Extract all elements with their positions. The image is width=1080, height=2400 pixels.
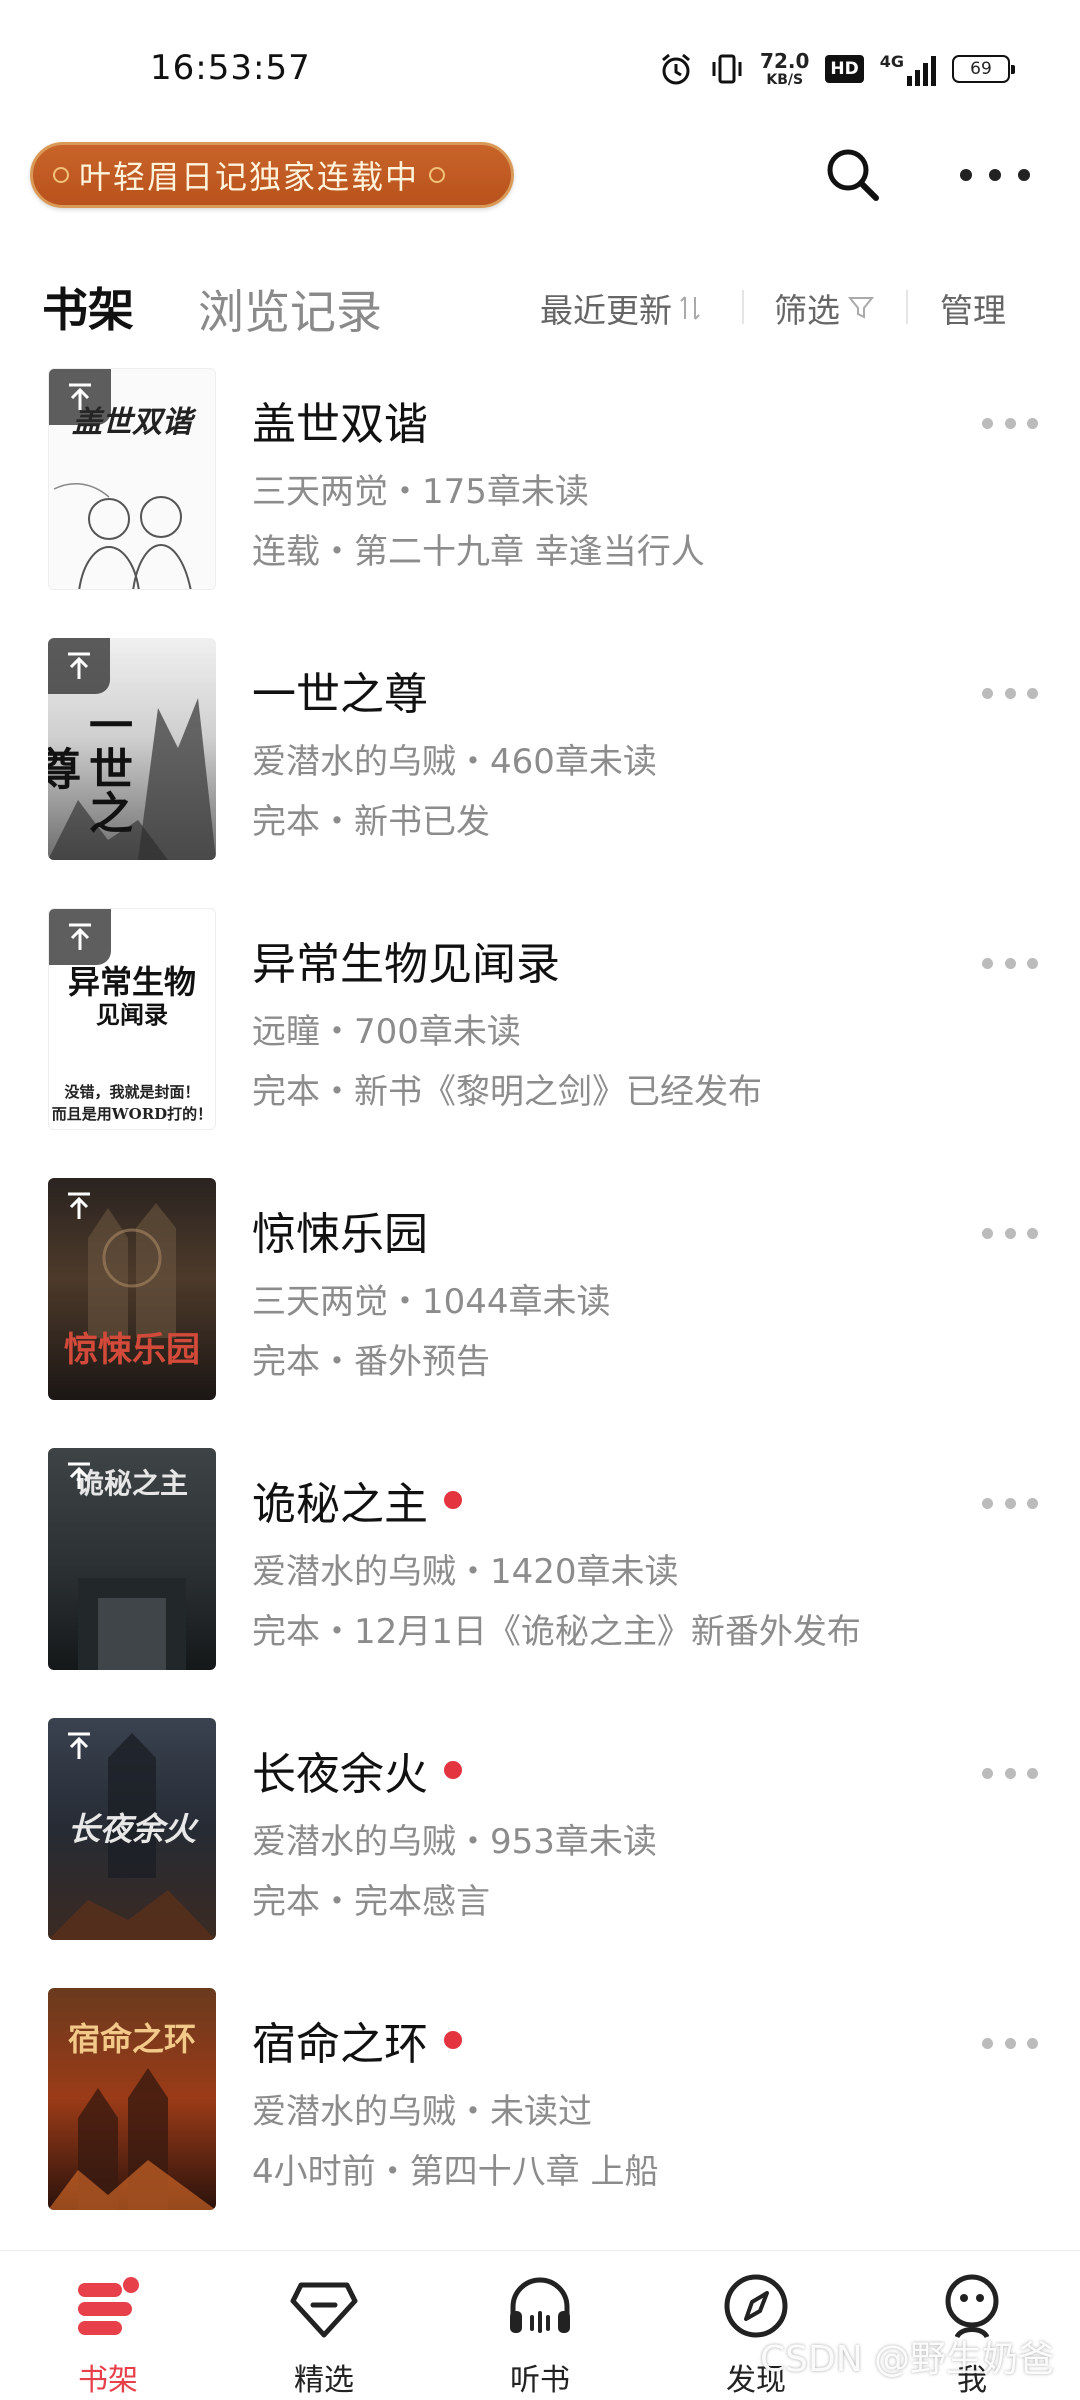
book-author-unread: 爱潜水的乌贼・未读过 xyxy=(252,2092,592,2132)
book-latest-update: 4小时前・第四十八章 上船 xyxy=(252,2152,659,2192)
cover-title: 惊悚乐园 xyxy=(64,1330,200,1370)
book-latest-update: 完本・12月1日《诡秘之主》新番外发布 xyxy=(252,1612,861,1652)
book-more-icon[interactable] xyxy=(982,418,1038,430)
manage-button[interactable]: 管理 xyxy=(940,284,1006,332)
pin-top-icon[interactable] xyxy=(48,1448,110,1504)
book-more-icon[interactable] xyxy=(982,1768,1038,1780)
book-latest-update: 完本・番外预告 xyxy=(252,1342,490,1382)
cover-title: 长夜余火 xyxy=(67,1810,196,1848)
nav-bookshelf[interactable]: 书架 xyxy=(33,2251,183,2400)
ornament-icon xyxy=(429,167,446,183)
pin-top-icon[interactable] xyxy=(48,638,110,694)
divider xyxy=(906,290,908,324)
book-cover[interactable]: 诡秘之主 xyxy=(48,1448,216,1670)
pin-top-icon[interactable] xyxy=(48,1178,110,1234)
battery-icon: 69 xyxy=(952,55,1015,83)
book-more-icon[interactable] xyxy=(982,1228,1038,1240)
book-item[interactable]: 诡秘之主 诡秘之主 爱潜水的乌贼・1420章未读 完本・12月1日《诡秘之主》新… xyxy=(0,1448,1080,1678)
filter-button[interactable]: 筛选 xyxy=(774,284,874,332)
book-item[interactable]: 一世之尊 一世之尊 爱潜水的乌贼・460章未读 完本・新书已发 xyxy=(0,638,1080,868)
search-icon[interactable] xyxy=(822,144,884,206)
bookshelf-icon xyxy=(78,2277,139,2335)
book-author-unread: 远瞳・700章未读 xyxy=(252,1012,521,1052)
sort-button[interactable]: 最近更新 xyxy=(540,284,700,332)
diamond-icon xyxy=(290,2282,358,2338)
ornament-icon xyxy=(53,167,69,183)
cover-note: 而且是用WORD打的！ xyxy=(51,1105,213,1123)
book-cover[interactable]: 长夜余火 xyxy=(48,1718,216,1940)
status-icons: 72.0 KB/S HD 4G 69 xyxy=(658,46,1015,92)
vibrate-icon xyxy=(712,54,742,84)
cover-title: 宿命之环 xyxy=(67,2020,196,2058)
book-more-icon[interactable] xyxy=(982,958,1038,970)
book-more-icon[interactable] xyxy=(982,1498,1038,1510)
book-title: 一世之尊 xyxy=(252,669,428,720)
banner-text: 叶轻眉日记独家连载中 xyxy=(79,158,420,196)
new-update-dot xyxy=(444,2031,462,2049)
pin-top-icon[interactable] xyxy=(49,909,111,965)
book-author-unread: 爱潜水的乌贼・460章未读 xyxy=(252,742,657,782)
book-latest-update: 连载・第二十九章 幸逢当行人 xyxy=(252,532,705,572)
promo-banner[interactable]: 叶轻眉日记独家连载中 xyxy=(30,142,514,208)
book-title: 宿命之环 xyxy=(252,2008,462,2072)
book-item[interactable]: 异常生物 见闻录 没错，我就是封面！ 而且是用WORD打的！ 异常生物见闻录 远… xyxy=(0,908,1080,1138)
cover-title: 一世之尊 xyxy=(48,702,132,834)
book-latest-update: 完本・完本感言 xyxy=(252,1882,490,1922)
tab-bookshelf[interactable]: 书架 xyxy=(39,274,134,340)
book-title: 异常生物见闻录 xyxy=(252,939,560,990)
sort-icon xyxy=(680,296,700,320)
cover-subtitle: 见闻录 xyxy=(96,1000,168,1029)
watermark: CSDN @野生奶爸 xyxy=(760,2339,1055,2380)
book-cover[interactable]: 盖世双谐 xyxy=(48,368,216,590)
book-more-icon[interactable] xyxy=(982,2038,1038,2050)
shelf-tabs: 书架 浏览记录 最近更新 筛选 管理 xyxy=(0,264,1080,344)
cover-illustration xyxy=(53,482,192,589)
nav-featured[interactable]: 精选 xyxy=(249,2251,399,2400)
tab-browse-history[interactable]: 浏览记录 xyxy=(198,276,382,342)
hd-badge: HD xyxy=(825,55,864,83)
new-update-dot xyxy=(444,1491,462,1509)
nav-audiobook[interactable]: 听书 xyxy=(465,2251,615,2400)
book-item[interactable]: 长夜余火 长夜余火 爱潜水的乌贼・953章未读 完本・完本感言 xyxy=(0,1718,1080,1948)
filter-icon xyxy=(848,297,874,319)
book-author-unread: 三天两觉・175章未读 xyxy=(252,472,589,512)
status-bar: 16:53:57 72.0 KB/S HD 4G 69 xyxy=(0,0,1080,130)
book-item[interactable]: 惊悚乐园 惊悚乐园 三天两觉・1044章未读 完本・番外预告 xyxy=(0,1178,1080,1408)
book-latest-update: 完本・新书已发 xyxy=(252,802,490,842)
book-cover[interactable]: 宿命之环 xyxy=(48,1988,216,2210)
book-cover[interactable]: 异常生物 见闻录 没错，我就是封面！ 而且是用WORD打的！ xyxy=(48,908,216,1130)
book-item[interactable]: 盖世双谐 盖世双谐 三天两觉・175章未读 连载・第二十九章 幸逢当行人 xyxy=(0,368,1080,598)
divider xyxy=(742,290,744,324)
cover-illustration xyxy=(78,1578,186,1670)
headphones-icon xyxy=(510,2277,570,2333)
new-update-dot xyxy=(444,1761,462,1779)
book-author-unread: 爱潜水的乌贼・1420章未读 xyxy=(252,1552,679,1592)
book-title: 长夜余火 xyxy=(252,1738,462,1802)
status-time: 16:53:57 xyxy=(150,48,311,88)
more-menu-icon[interactable] xyxy=(960,160,1030,190)
book-latest-update: 完本・新书《黎明之剑》已经发布 xyxy=(252,1072,762,1112)
book-author-unread: 三天两觉・1044章未读 xyxy=(252,1282,611,1322)
cover-illustration xyxy=(48,2068,216,2210)
book-title: 盖世双谐 xyxy=(252,399,428,450)
pin-top-icon[interactable] xyxy=(48,1718,110,1774)
book-item[interactable]: 宿命之环 宿命之环 爱潜水的乌贼・未读过 4小时前・第四十八章 上船 xyxy=(0,1988,1080,2218)
book-cover[interactable]: 一世之尊 xyxy=(48,638,216,860)
alarm-icon xyxy=(662,53,690,85)
signal-icon: 4G xyxy=(880,52,936,86)
book-author-unread: 爱潜水的乌贼・953章未读 xyxy=(252,1822,657,1862)
book-more-icon[interactable] xyxy=(982,688,1038,700)
book-cover[interactable]: 惊悚乐园 xyxy=(48,1178,216,1400)
book-title: 惊悚乐园 xyxy=(252,1209,428,1260)
net-speed: 72.0 KB/S xyxy=(760,49,810,88)
cover-note: 没错，我就是封面！ xyxy=(64,1083,200,1101)
book-title: 诡秘之主 xyxy=(252,1468,462,1532)
pin-top-icon[interactable] xyxy=(49,369,111,425)
